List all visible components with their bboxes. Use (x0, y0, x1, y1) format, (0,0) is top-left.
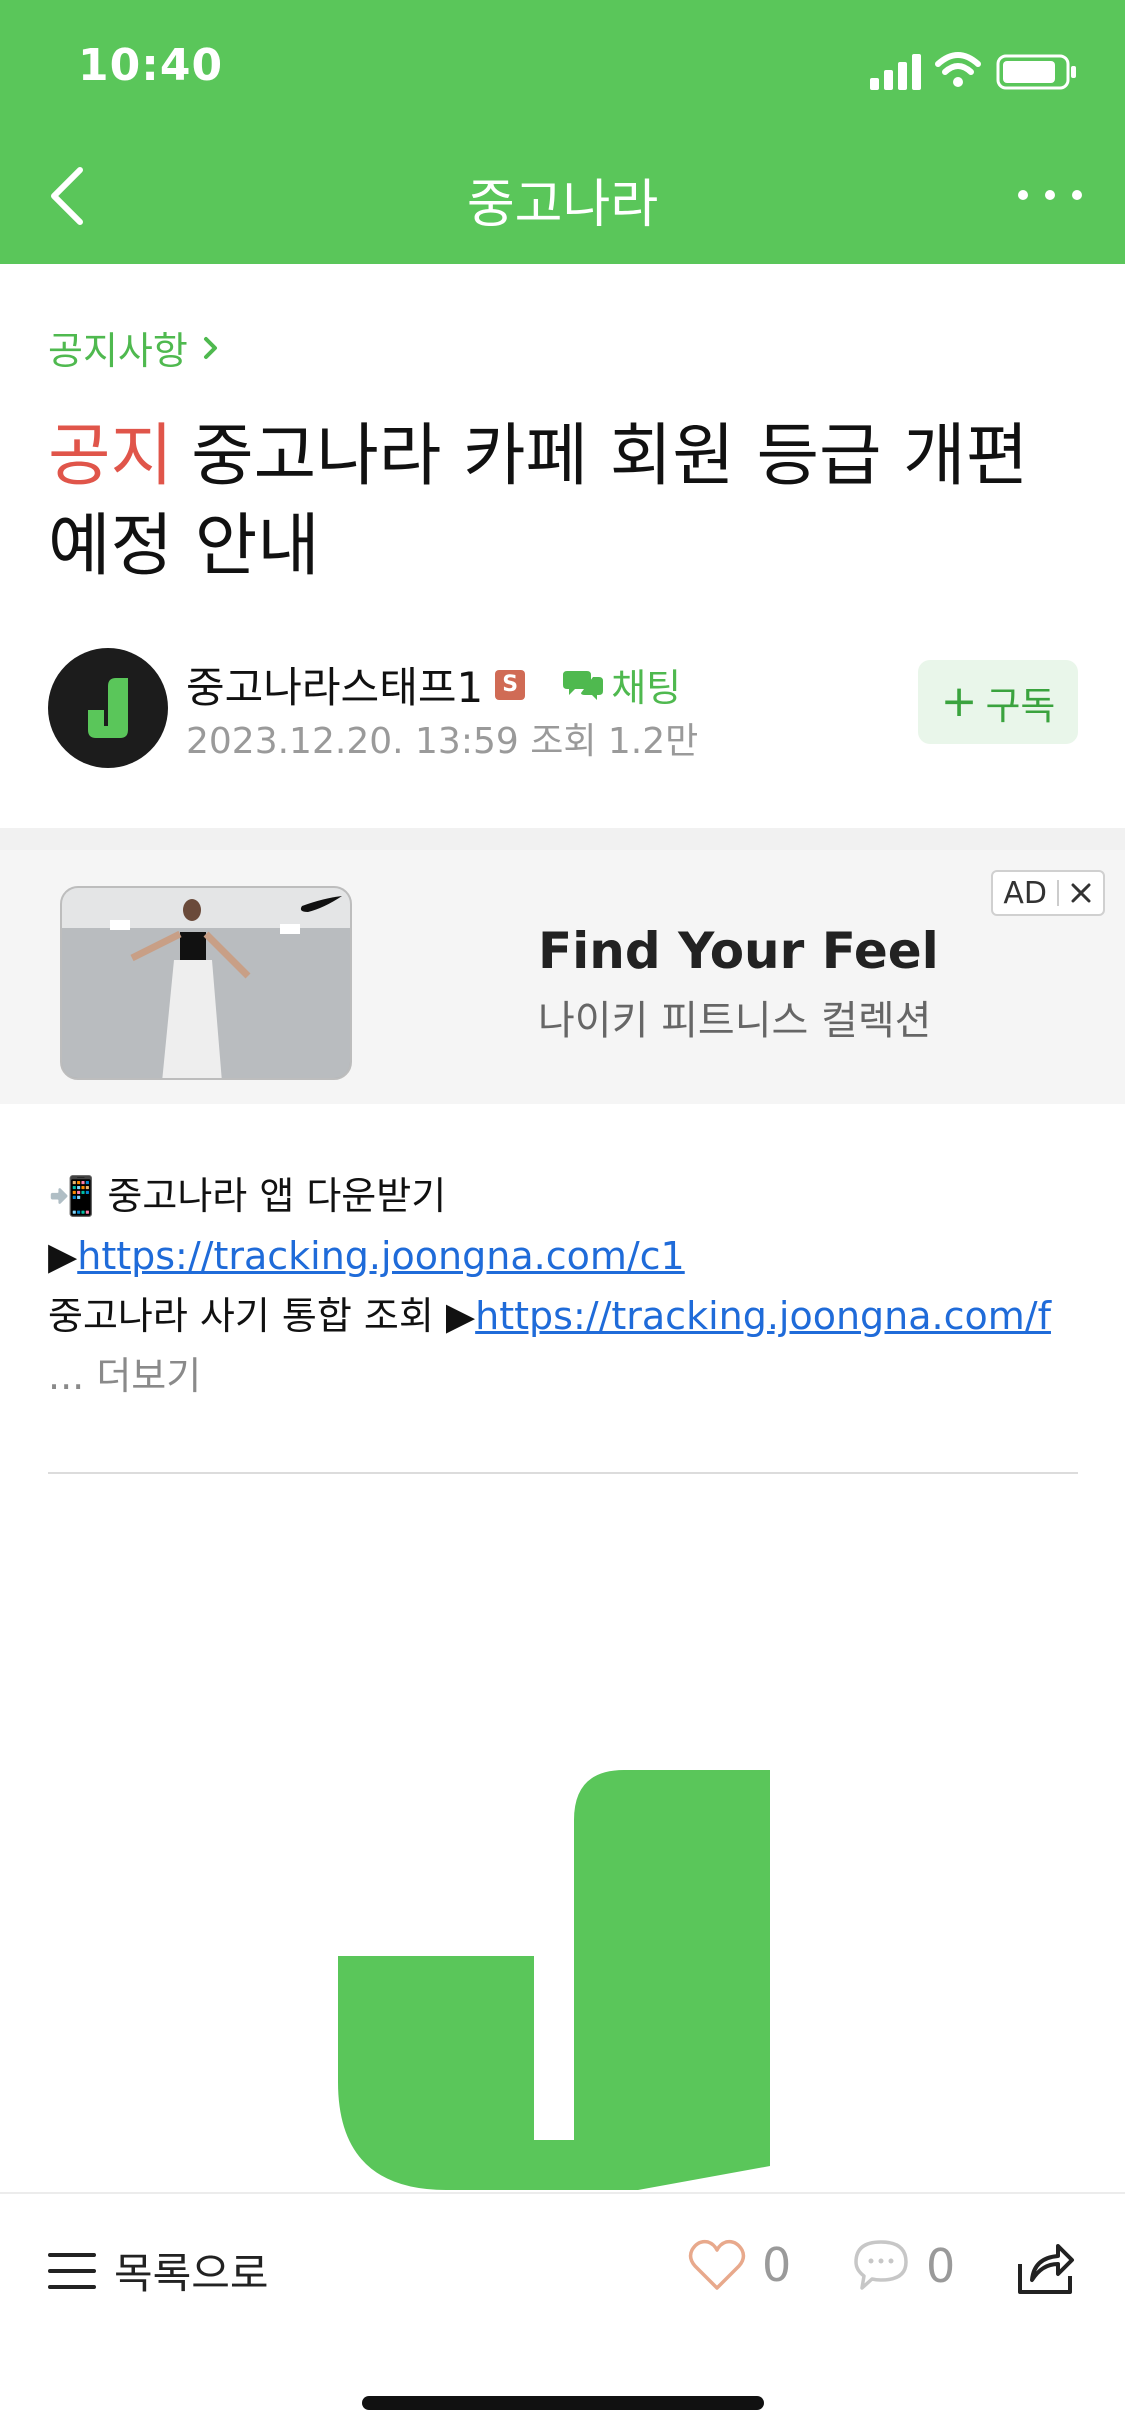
menu-icon (48, 2252, 96, 2289)
section-divider (0, 828, 1125, 850)
wifi-icon (935, 52, 981, 75)
signal-icon (870, 54, 921, 90)
fraud-check-link[interactable]: https://tracking.joongna.com/f (475, 1294, 1051, 1338)
ad-headline: Find Your Feel (538, 922, 939, 980)
ad-label-text: AD (1003, 875, 1047, 911)
status-icons (870, 52, 1076, 90)
joongna-logo-icon (88, 678, 128, 738)
post-content: 📲 중고나라 앱 다운받기 ▶https://tracking.joongna.… (48, 1166, 1088, 1406)
heart-icon (688, 2239, 746, 2290)
ad-image[interactable] (60, 886, 352, 1080)
ad-photo (62, 888, 350, 1078)
comment-count: 0 (926, 2239, 956, 2293)
author-name-row: 중고나라스태프1 S 채팅 (186, 654, 681, 715)
subscribe-button[interactable]: + 구독 (918, 660, 1078, 744)
ad-banner[interactable]: Find Your Feel 나이키 피트니스 컬렉션 AD (0, 850, 1125, 1104)
author-row: 중고나라스태프1 S 채팅 2023.12.20. 13:59 조회 1.2만 … (48, 648, 1078, 770)
chevron-right-icon (203, 336, 217, 359)
avatar[interactable] (48, 648, 168, 768)
like-button[interactable]: 0 (688, 2238, 791, 2292)
app-download-link[interactable]: https://tracking.joongna.com/c1 (77, 1234, 685, 1278)
back-to-list-button[interactable]: 목록으로 (48, 2240, 269, 2301)
author-name[interactable]: 중고나라스태프1 (186, 654, 483, 715)
breadcrumb[interactable]: 공지사항 (48, 320, 220, 375)
home-indicator (362, 2396, 764, 2410)
back-to-list-label: 목록으로 (114, 2249, 269, 2298)
content-line-1: 📲 중고나라 앱 다운받기 ▶https://tracking.joongna.… (48, 1166, 1088, 1286)
content-divider (48, 1472, 1078, 1474)
ad-subtitle: 나이키 피트니스 컬렉션 (538, 998, 932, 1044)
page-title: 중고나라 (466, 175, 659, 235)
post-meta: 2023.12.20. 13:59 조회 1.2만 (186, 721, 699, 762)
app-header: 10:40 중고나라 (0, 0, 1125, 264)
battery-icon (996, 54, 1076, 90)
like-count: 0 (762, 2238, 792, 2292)
post-title-text: 중고나라 카페 회원 등급 개편 예정 안내 (48, 417, 1029, 586)
status-time: 10:40 (78, 40, 224, 91)
chat-label: 채팅 (611, 666, 682, 710)
chat-bubble-icon (563, 670, 604, 700)
comment-icon (854, 2240, 908, 2290)
ad-label[interactable]: AD (991, 870, 1105, 916)
content-line-2-text: 중고나라 사기 통합 조회 ▶ (48, 1294, 476, 1338)
read-more-link[interactable]: ... 더보기 (48, 1346, 1088, 1406)
joongna-logo-image (338, 1770, 770, 2190)
ad-label-separator (1057, 880, 1059, 906)
share-icon[interactable] (1014, 2236, 1076, 2298)
chat-button[interactable]: 채팅 (561, 657, 681, 712)
plus-icon: + (940, 676, 978, 727)
content-line-2: 중고나라 사기 통합 조회 ▶https://tracking.joongna.… (48, 1286, 1088, 1346)
subscribe-label: 구독 (985, 683, 1056, 728)
staff-badge: S (495, 669, 526, 700)
post-title: 공지 중고나라 카페 회원 등급 개편 예정 안내 (48, 412, 1078, 592)
close-icon[interactable] (1069, 881, 1093, 905)
breadcrumb-label: 공지사항 (48, 329, 188, 373)
more-icon[interactable] (1015, 180, 1085, 210)
comment-button[interactable]: 0 (852, 2238, 955, 2294)
notice-tag: 공지 (48, 417, 174, 496)
